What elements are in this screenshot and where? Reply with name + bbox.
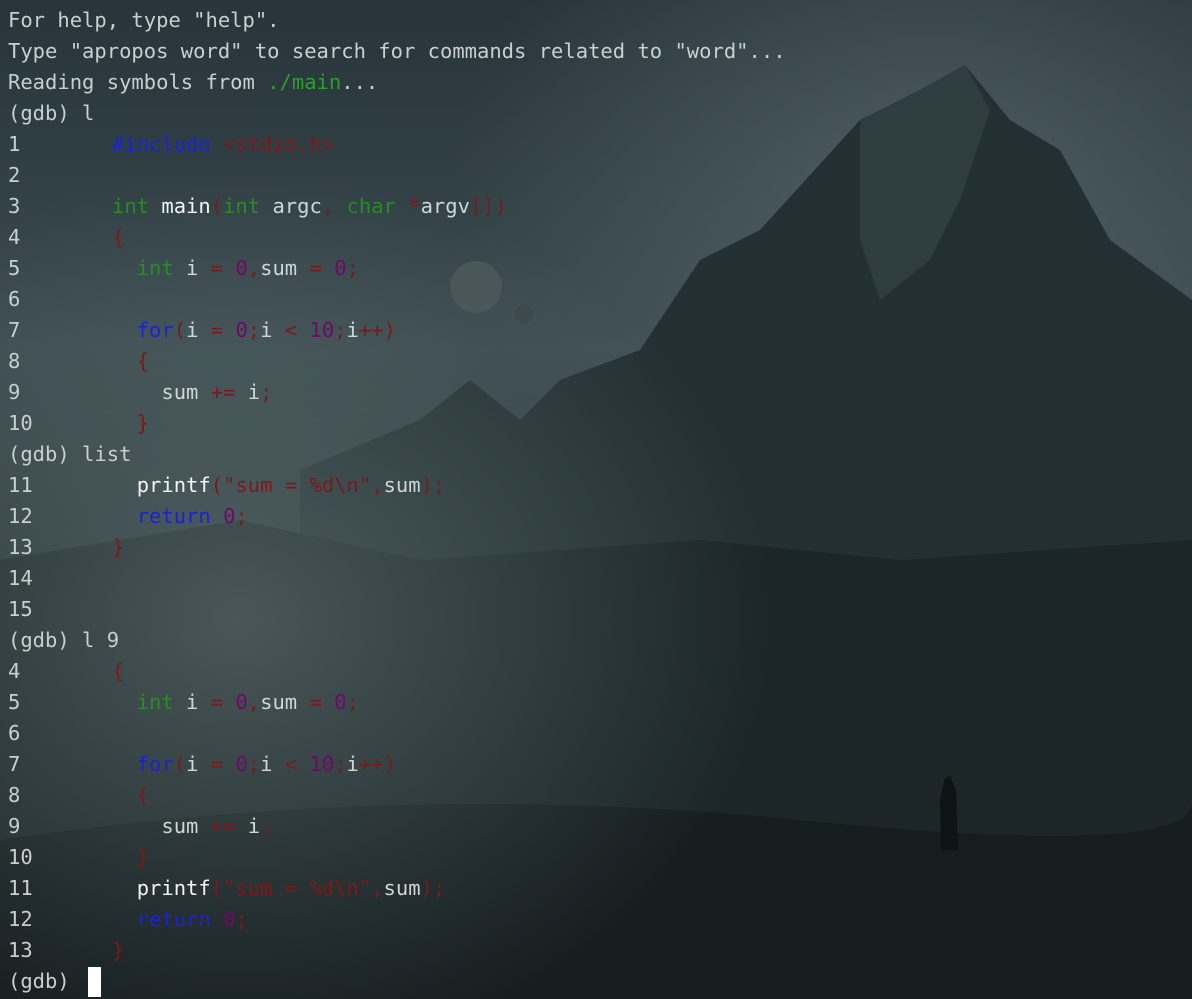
source-line-4: 4{: [8, 225, 125, 249]
source-line-12: 12 return 0;: [8, 907, 248, 931]
gdb-prompt-line[interactable]: (gdb): [8, 966, 786, 997]
gdb-command-l-9: (gdb) l 9: [8, 628, 120, 652]
source-line-7: 7 for(i = 0;i < 10;i++): [8, 318, 396, 342]
source-line-7: 7 for(i = 0;i < 10;i++): [8, 752, 396, 776]
intro-apropos-line: Type "apropos word" to search for comman…: [8, 39, 786, 63]
source-line-11: 11 printf("sum = %d\n",sum);: [8, 876, 446, 900]
source-line-5: 5 int i = 0,sum = 0;: [8, 690, 359, 714]
text-cursor[interactable]: [88, 967, 102, 997]
intro-reading-line: Reading symbols from ./main...: [8, 70, 379, 94]
source-line-6: 6: [8, 287, 21, 311]
source-line-8: 8 {: [8, 783, 150, 807]
source-line-3: 3 int main(int argc, char *argv[]): [8, 194, 507, 218]
source-line-8: 8 {: [8, 349, 150, 373]
source-line-6: 6: [8, 721, 21, 745]
source-line-10: 10 }: [8, 845, 150, 869]
source-line-9: 9 sum += i;: [8, 380, 273, 404]
source-line-4: 4{: [8, 659, 125, 683]
binary-path: ./main: [267, 70, 342, 94]
source-line-13: 13}: [8, 535, 125, 559]
source-line-14: 14: [8, 566, 33, 590]
gdb-command-l: (gdb) l: [8, 101, 95, 125]
source-line-15: 15: [8, 597, 33, 621]
source-line-5: 5 int i = 0,sum = 0;: [8, 256, 359, 280]
gdb-command-list: (gdb) list: [8, 442, 132, 466]
source-line-2: 2: [8, 163, 21, 187]
source-line-10: 10 }: [8, 411, 150, 435]
source-line-13: 13}: [8, 938, 125, 962]
terminal-window[interactable]: For help, type "help". Type "apropos wor…: [0, 0, 1192, 999]
source-line-9: 9 sum += i;: [8, 814, 273, 838]
source-line-12: 12 return 0;: [8, 504, 248, 528]
source-line-11: 11 printf("sum = %d\n",sum);: [8, 473, 446, 497]
gdb-prompt: (gdb): [8, 969, 83, 993]
source-line-1: 1 #include <stdio.h>: [8, 132, 335, 156]
intro-help-line: For help, type "help".: [8, 8, 280, 32]
terminal-output: For help, type "help". Type "apropos wor…: [8, 5, 786, 997]
